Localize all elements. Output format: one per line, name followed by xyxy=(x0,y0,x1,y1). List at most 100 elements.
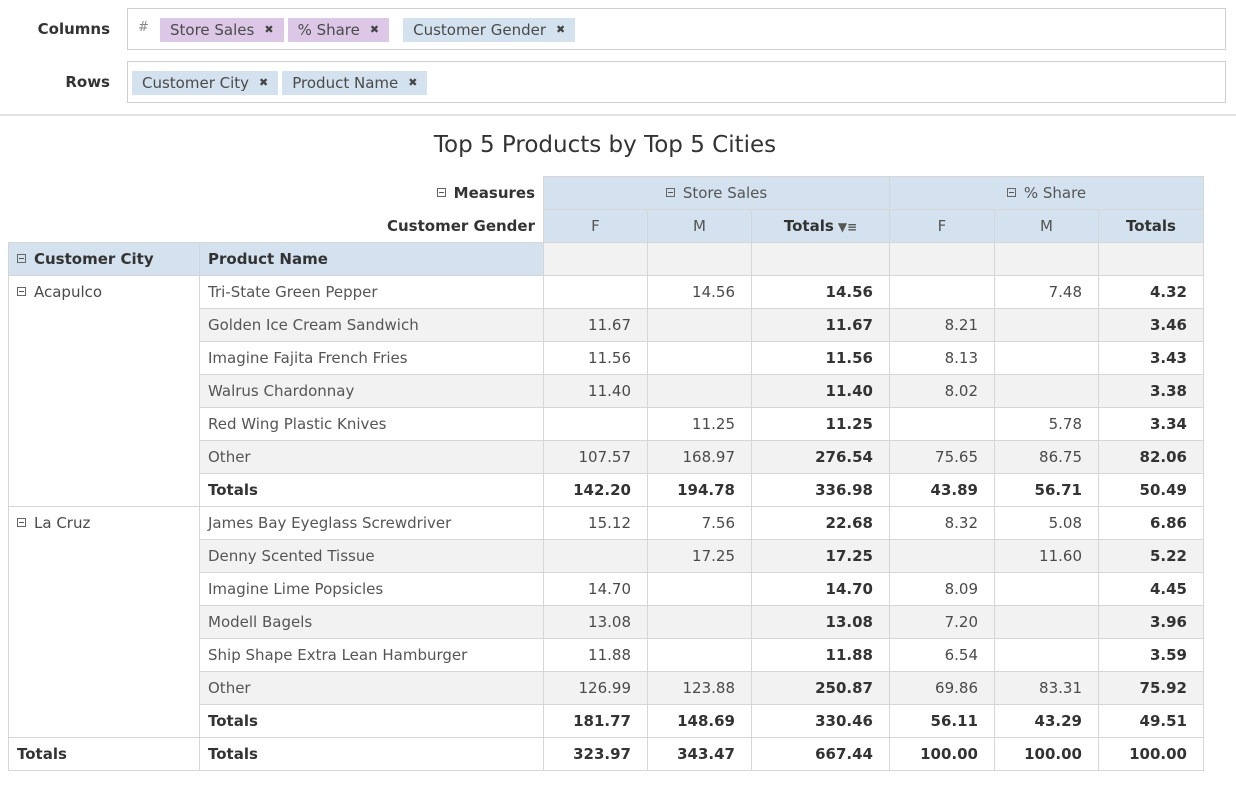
col-header[interactable]: M xyxy=(994,209,1099,243)
remove-icon[interactable]: ✖ xyxy=(259,71,268,95)
value-cell: 14.56 xyxy=(647,275,752,309)
col-header[interactable]: M xyxy=(647,209,752,243)
value-cell xyxy=(543,407,648,441)
value-cell xyxy=(994,572,1099,606)
col-header[interactable]: F xyxy=(889,209,995,243)
col-header[interactable]: Totals xyxy=(1098,209,1204,243)
product-cell[interactable]: James Bay Eyeglass Screwdriver xyxy=(199,506,544,540)
remove-icon[interactable]: ✖ xyxy=(408,71,417,95)
value-cell: 17.25 xyxy=(647,539,752,573)
value-cell: 11.67 xyxy=(543,308,648,342)
grand-total-cell: 100.00 xyxy=(994,737,1099,771)
chip-customer-city[interactable]: Customer City ✖ xyxy=(132,71,279,95)
value-cell xyxy=(889,407,995,441)
collapse-icon[interactable] xyxy=(17,287,26,296)
value-cell xyxy=(647,572,752,606)
value-cell: 7.48 xyxy=(994,275,1099,309)
col-header[interactable]: F xyxy=(543,209,648,243)
grand-total-cell: 343.47 xyxy=(647,737,752,771)
row-axis-city[interactable]: Customer City xyxy=(8,242,200,276)
table-row: La Cruz James Bay Eyeglass Screwdriver 15.… xyxy=(8,506,1204,738)
chip-product-name[interactable]: Product Name ✖ xyxy=(282,71,428,95)
measures-header: Measures xyxy=(200,177,544,210)
product-cell[interactable]: Modell Bagels xyxy=(199,605,544,639)
totals-label: Totals xyxy=(199,704,544,738)
row-chips: Customer City ✖ Product Name ✖ xyxy=(132,71,428,95)
collapse-icon[interactable] xyxy=(436,188,446,197)
product-cell[interactable]: Ship Shape Extra Lean Hamburger xyxy=(199,638,544,672)
group-store-sales: Store Sales xyxy=(543,176,890,210)
report-title: Top 5 Products by Top 5 Cities xyxy=(433,132,777,158)
collapse-icon[interactable] xyxy=(17,518,26,527)
total-cell: 194.78 xyxy=(647,473,752,507)
value-cell: 8.32 xyxy=(889,506,995,540)
value-cell: 168.97 xyxy=(647,440,752,474)
product-cell[interactable]: Red Wing Plastic Knives xyxy=(199,407,544,441)
product-cell[interactable]: Denny Scented Tissue xyxy=(199,539,544,573)
value-cell: 11.40 xyxy=(751,374,890,408)
empty-cell xyxy=(994,242,1099,276)
value-cell: 11.56 xyxy=(751,341,890,375)
value-cell: 82.06 xyxy=(1098,440,1204,474)
filter-sort-icon[interactable]: ▼≡ xyxy=(838,220,857,234)
total-cell: 50.49 xyxy=(1098,473,1204,507)
chip-label: Customer City xyxy=(142,74,250,92)
header-row-gender: Customer Gender F M Totals ▼≡ F M Totals xyxy=(9,209,1204,243)
product-cell[interactable]: Walrus Chardonnay xyxy=(199,374,544,408)
value-cell xyxy=(647,605,752,639)
chip-customer-gender[interactable]: Customer Gender ✖ xyxy=(403,18,576,42)
empty-cell xyxy=(1098,242,1204,276)
chip-label: Customer Gender xyxy=(413,21,546,39)
empty-cell xyxy=(543,242,648,276)
chip-label: % Share xyxy=(297,21,360,39)
grand-total-cell: 100.00 xyxy=(889,737,995,771)
value-cell xyxy=(647,308,752,342)
remove-icon[interactable]: ✖ xyxy=(370,18,379,42)
header-spacer xyxy=(9,177,200,210)
value-cell: 11.25 xyxy=(647,407,752,441)
city-cell[interactable]: Acapulco xyxy=(8,275,200,507)
value-cell: 11.56 xyxy=(543,341,648,375)
measures-marker: # xyxy=(138,20,149,35)
value-cell: 8.02 xyxy=(889,374,995,408)
collapse-icon[interactable] xyxy=(665,188,675,197)
grand-totals-product-label: Totals xyxy=(199,737,544,771)
value-cell: 4.45 xyxy=(1098,572,1204,606)
value-cell xyxy=(889,539,995,573)
collapse-icon[interactable] xyxy=(17,254,26,263)
value-cell: 8.21 xyxy=(889,308,995,342)
product-cell[interactable]: Golden Ice Cream Sandwich xyxy=(199,308,544,342)
city-cell[interactable]: La Cruz xyxy=(8,506,200,738)
remove-icon[interactable]: ✖ xyxy=(264,18,273,42)
col-header-label: Totals xyxy=(783,217,834,235)
value-cell: 14.56 xyxy=(751,275,890,309)
row-axis-product[interactable]: Product Name xyxy=(199,242,544,276)
value-cell: 22.68 xyxy=(751,506,890,540)
col-header-totals[interactable]: Totals ▼≡ xyxy=(751,209,890,243)
columns-drop-zone[interactable]: # Store Sales ✖ % Share ✖ Customer Gende… xyxy=(127,8,1226,50)
value-cell: 276.54 xyxy=(751,440,890,474)
collapse-icon[interactable] xyxy=(1006,188,1016,197)
product-cell[interactable]: Tri-State Green Pepper xyxy=(199,275,544,309)
value-cell xyxy=(543,275,648,309)
product-cell[interactable]: Other xyxy=(199,440,544,474)
pivot-table: Measures Store Sales % Share Customer Ge… xyxy=(8,176,1204,771)
total-cell: 142.20 xyxy=(543,473,648,507)
rows-drop-zone[interactable]: Customer City ✖ Product Name ✖ xyxy=(127,61,1226,103)
value-cell: 83.31 xyxy=(994,671,1099,705)
table-row: Acapulco Tri-State Green Pepper 14.56 14.56… xyxy=(8,275,1204,507)
chip-store-sales[interactable]: Store Sales ✖ xyxy=(160,18,284,42)
product-cell[interactable]: Imagine Fajita French Fries xyxy=(199,341,544,375)
value-cell: 3.46 xyxy=(1098,308,1204,342)
group-label: % Share xyxy=(1023,184,1087,202)
value-cell: 14.70 xyxy=(751,572,890,606)
product-cell[interactable]: Other xyxy=(199,671,544,705)
total-cell: 43.29 xyxy=(994,704,1099,738)
chip-share[interactable]: % Share ✖ xyxy=(287,18,390,42)
rows-shelf: Rows Customer City ✖ Product Name ✖ xyxy=(0,61,1236,105)
header-row-axes: Customer City Product Name xyxy=(8,242,1204,276)
remove-icon[interactable]: ✖ xyxy=(556,18,565,42)
product-cell[interactable]: Imagine Lime Popsicles xyxy=(199,572,544,606)
value-cell: 6.54 xyxy=(889,638,995,672)
value-cell: 7.56 xyxy=(647,506,752,540)
